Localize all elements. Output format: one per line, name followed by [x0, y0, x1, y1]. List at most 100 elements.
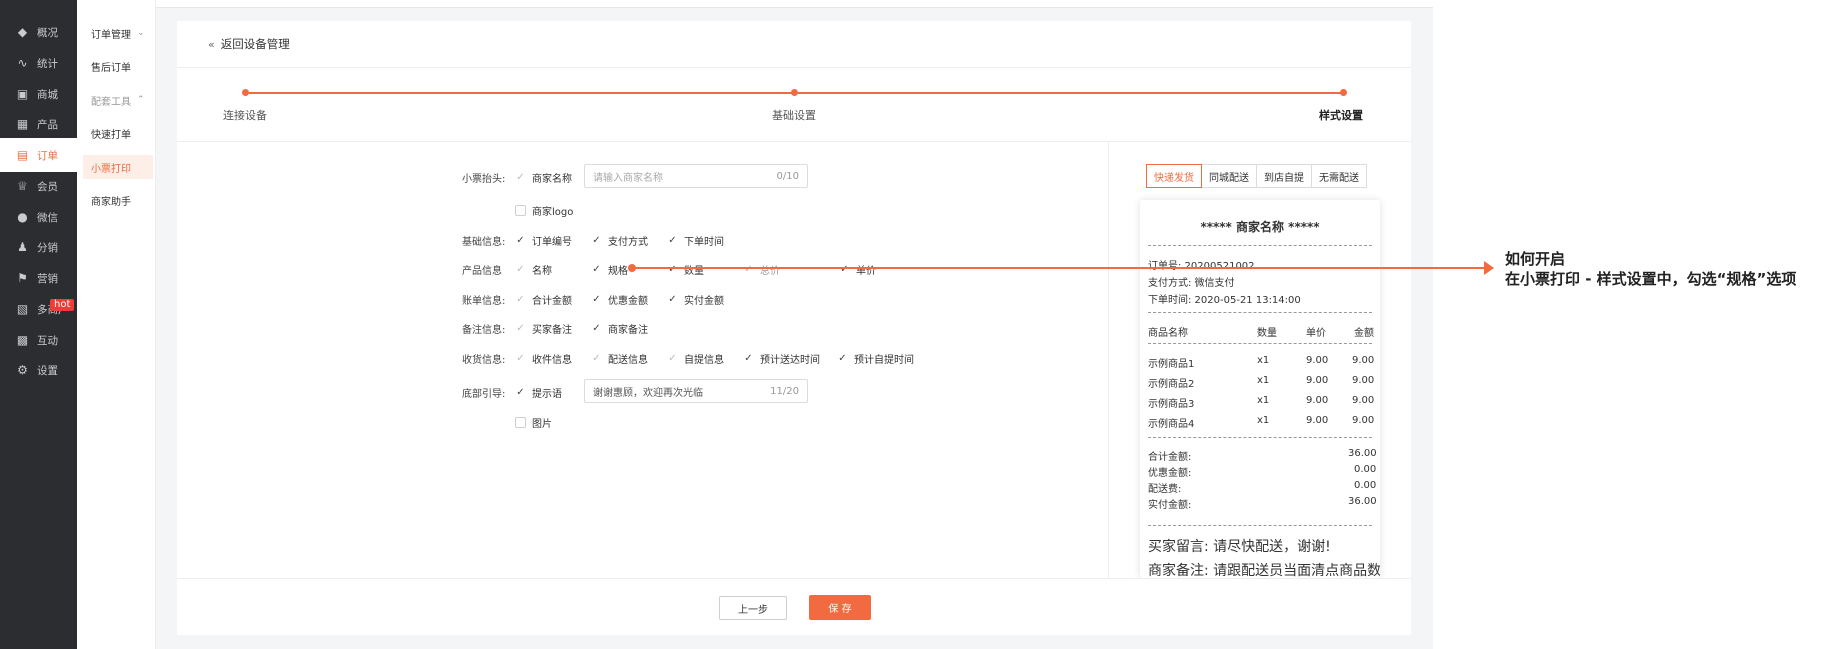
flag-icon: ⚑	[17, 270, 28, 285]
annotation-description: 在小票打印 - 样式设置中，勾选“规格”选项	[1505, 270, 1797, 288]
order-no-checkbox[interactable]: ✓ 订单编号	[515, 233, 572, 248]
footer-row-label: 底部引导:	[462, 389, 506, 400]
dashed-divider	[1148, 525, 1372, 526]
step-dot	[1340, 89, 1347, 96]
users-icon: ♟	[17, 239, 28, 254]
merchant-name-checkbox[interactable]: ✓ 商家名称	[515, 170, 572, 185]
product-row-label: 产品信息	[462, 266, 502, 277]
receipt-header-price: 单价	[1306, 328, 1326, 339]
prev-step-button[interactable]: 上一步	[719, 596, 787, 620]
sub-nav-after-sales[interactable]: 售后订单	[77, 54, 156, 78]
dashed-divider	[1148, 312, 1372, 313]
nav-item-interaction[interactable]: ▩ 互动	[0, 323, 77, 357]
sub-nav-group-tools[interactable]: 配套工具 ⌃	[77, 88, 156, 112]
product-spec-checkbox[interactable]: ✓ 规格	[591, 262, 628, 277]
receipt-header-qty: 数量	[1257, 328, 1277, 339]
tab-same-city[interactable]: 同城配送	[1201, 164, 1257, 188]
nav-item-store[interactable]: ▣ 商城	[0, 77, 77, 111]
paid-amount-checkbox[interactable]: ✓ 实付金额	[667, 292, 724, 307]
receipt-paid-value: 36.00	[1348, 496, 1377, 507]
check-icon: ✓	[592, 235, 601, 246]
seller-remark-checkbox[interactable]: ✓ 商家备注	[591, 321, 648, 336]
sub-nav-merchant-assistant[interactable]: 商家助手	[77, 188, 156, 212]
check-icon: ✓	[516, 264, 525, 275]
order-time-checkbox[interactable]: ✓ 下单时间	[667, 233, 724, 248]
nav-item-orders[interactable]: ▤ 订单	[0, 138, 77, 172]
tab-pickup[interactable]: 到店自提	[1256, 164, 1312, 188]
discount-amount-checkbox[interactable]: ✓ 优惠金额	[591, 292, 648, 307]
delivery-info-checkbox[interactable]: ✓ 配送信息	[591, 351, 648, 366]
buyer-remark-checkbox[interactable]: ✓ 买家备注	[515, 321, 572, 336]
receive-row-label: 收货信息:	[462, 355, 506, 366]
receipt-header-name: 商品名称	[1148, 328, 1188, 339]
pay-method-checkbox[interactable]: ✓ 支付方式	[591, 233, 648, 248]
recipient-info-checkbox[interactable]: ✓ 收件信息	[515, 351, 572, 366]
nav-item-wechat[interactable]: ● 微信	[0, 200, 77, 234]
check-icon: ✓	[516, 353, 525, 364]
tab-no-delivery[interactable]: 无需配送	[1311, 164, 1367, 188]
receipt-header-amount: 金额	[1354, 328, 1374, 339]
tip-checkbox[interactable]: ✓ 提示语	[515, 385, 562, 400]
nav-item-members[interactable]: ♕ 会员	[0, 169, 77, 203]
receipt-item-name: 示例商品2	[1148, 379, 1195, 390]
receipt-item-amount: 9.00	[1352, 415, 1375, 426]
image-checkbox[interactable]: 图片	[515, 415, 552, 430]
panel-divider	[1108, 142, 1109, 578]
step-dot	[242, 89, 249, 96]
total-amount-checkbox[interactable]: ✓ 合计金额	[515, 292, 572, 307]
eta-pickup-checkbox[interactable]: ✓ 预计自提时间	[837, 351, 914, 366]
nav-item-settings[interactable]: ⚙ 设置	[0, 353, 77, 387]
step-progress-line	[249, 92, 792, 94]
save-button[interactable]: 保 存	[809, 595, 871, 620]
nav-item-overview[interactable]: ◆ 概况	[0, 15, 77, 49]
receipt-item-price: 9.00	[1306, 375, 1329, 386]
check-icon: ✓	[592, 353, 601, 364]
check-icon: ✓	[668, 264, 677, 275]
tab-express[interactable]: 快递发货	[1146, 164, 1202, 188]
merchant-icon: ▧	[16, 301, 29, 316]
product-total-checkbox[interactable]: ✓ 总价	[743, 262, 780, 277]
receipt-item-qty: x1	[1257, 375, 1270, 386]
step-connect-device: 连接设备	[223, 109, 267, 122]
receipt-total-label: 合计金额:	[1148, 452, 1192, 463]
order-icon: ▤	[16, 147, 29, 162]
receipt-order-no: 订单号: 20200521002	[1148, 257, 1255, 272]
nav-item-marketing[interactable]: ⚑ 营销	[0, 261, 77, 295]
receipt-total-value: 36.00	[1348, 448, 1377, 459]
tip-input[interactable]: 谢谢惠顾，欢迎再次光临 11/20	[584, 379, 808, 403]
receipt-item-amount: 9.00	[1352, 355, 1375, 366]
sub-nav-group-order-management[interactable]: 订单管理 ⌄	[77, 21, 156, 45]
nav-item-stats[interactable]: ∿ 统计	[0, 46, 77, 80]
divider	[177, 67, 1411, 68]
eta-delivery-checkbox[interactable]: ✓ 预计送达时间	[743, 351, 820, 366]
step-dot	[791, 89, 798, 96]
receipt-title: ***** 商家名称 *****	[1200, 220, 1320, 234]
step-progress-line	[798, 92, 1342, 94]
chevron-down-icon: ⌄	[137, 28, 145, 38]
receipt-buyer-note: 买家留言: 请尽快配送，谢谢!	[1148, 539, 1331, 555]
interact-icon: ▩	[16, 332, 29, 347]
receipt-item-amount: 9.00	[1352, 395, 1375, 406]
check-icon: ✓	[744, 264, 753, 275]
receipt-item-qty: x1	[1257, 395, 1270, 406]
product-unit-price-checkbox[interactable]: ✓ 单价	[839, 262, 876, 277]
product-qty-checkbox[interactable]: ✓ 数量	[667, 262, 704, 277]
product-name-checkbox[interactable]: ✓ 名称	[515, 262, 552, 277]
back-link[interactable]: «返回设备管理	[208, 36, 290, 52]
receipt-preview: ***** 商家名称 ***** 订单号: 20200521002 支付方式: …	[1140, 200, 1380, 578]
delivery-type-tabs: 快递发货 同城配送 到店自提 无需配送	[1146, 164, 1367, 188]
header-row-label: 小票抬头:	[462, 174, 506, 185]
nav-item-products[interactable]: ▦ 产品	[0, 107, 77, 141]
hot-badge: hot	[50, 299, 75, 311]
grid-icon: ▦	[16, 116, 29, 131]
nav-item-distribution[interactable]: ♟ 分销	[0, 230, 77, 264]
receipt-discount-value: 0.00	[1354, 464, 1377, 475]
chart-icon: ∿	[17, 55, 28, 70]
merchant-name-input[interactable]: 请输入商家名称 0/10	[584, 164, 808, 188]
crown-icon: ♕	[17, 178, 28, 193]
merchant-logo-checkbox[interactable]: 商家logo	[515, 203, 573, 218]
check-icon: ✓	[516, 323, 525, 334]
sub-nav-receipt-print[interactable]: 小票打印	[83, 155, 153, 179]
pickup-info-checkbox[interactable]: ✓ 自提信息	[667, 351, 724, 366]
sub-nav-quick-print[interactable]: 快速打单	[77, 121, 156, 145]
